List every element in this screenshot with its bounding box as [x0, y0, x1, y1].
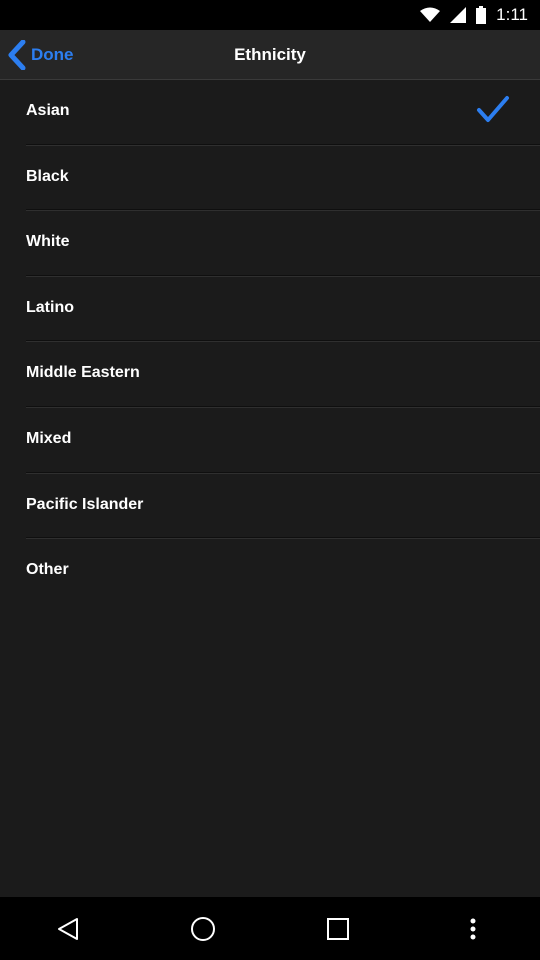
signal-icon — [450, 7, 467, 23]
battery-icon — [476, 6, 487, 24]
app-screen: 1:11 Done Ethnicity Asian Black White La… — [0, 0, 540, 960]
done-label: Done — [31, 45, 74, 64]
more-icon[interactable] — [443, 904, 503, 954]
option-middle-eastern[interactable]: Middle Eastern — [0, 342, 540, 408]
header-bar: Done Ethnicity — [0, 30, 540, 80]
option-label: Mixed — [26, 429, 72, 447]
wifi-icon — [420, 7, 441, 23]
option-latino[interactable]: Latino — [0, 277, 540, 343]
option-label: Pacific Islander — [26, 495, 144, 513]
option-other[interactable]: Other — [0, 539, 540, 605]
option-label: Middle Eastern — [26, 364, 140, 382]
chevron-left-icon — [6, 40, 28, 70]
recents-icon[interactable] — [308, 904, 368, 954]
system-nav-bar — [0, 897, 540, 960]
option-label: Black — [26, 167, 69, 185]
option-asian[interactable]: Asian — [0, 80, 540, 146]
option-white[interactable]: White — [0, 211, 540, 277]
ethnicity-list: Asian Black White Latino Middle Eastern … — [0, 80, 540, 605]
option-label: Other — [26, 561, 69, 579]
home-icon[interactable] — [173, 904, 233, 954]
option-label: White — [26, 233, 70, 251]
option-pacific-islander[interactable]: Pacific Islander — [0, 474, 540, 540]
option-label: Latino — [26, 298, 74, 316]
done-button[interactable]: Done — [6, 30, 110, 80]
status-bar: 1:11 — [0, 0, 540, 30]
checkmark-icon — [476, 95, 510, 130]
option-mixed[interactable]: Mixed — [0, 408, 540, 474]
back-icon[interactable] — [38, 904, 98, 954]
status-time: 1:11 — [496, 5, 528, 24]
option-black[interactable]: Black — [0, 146, 540, 212]
option-label: Asian — [26, 102, 70, 119]
